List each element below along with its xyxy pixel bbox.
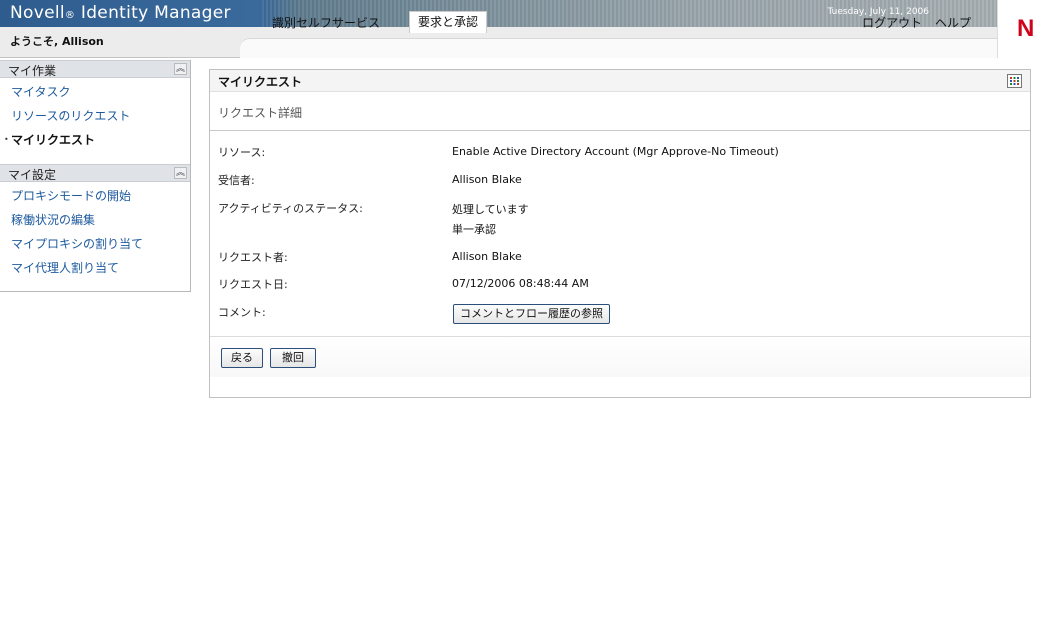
tab-identity-self-service[interactable]: 識別セルフサービス bbox=[272, 14, 380, 31]
request-date-value: 07/12/2006 08:48:44 AM bbox=[452, 277, 589, 290]
panel-subtitle: リクエスト詳細 bbox=[218, 106, 303, 120]
resource-value: Enable Active Directory Account (Mgr App… bbox=[452, 145, 779, 158]
welcome-message: ようこそ, Allison bbox=[10, 35, 104, 48]
app-header: Novell® Identity Manager Tuesday, July 1… bbox=[0, 0, 1053, 60]
sidebar-item-my-requests[interactable]: マイリクエスト bbox=[11, 131, 95, 148]
approval-type-value: 単一承認 bbox=[452, 223, 496, 236]
panel-header: マイリクエスト bbox=[210, 70, 1030, 92]
back-button[interactable]: 戻る bbox=[221, 348, 263, 368]
resource-label: リソース: bbox=[218, 146, 266, 159]
sidebar-section-title: マイ作業 bbox=[8, 64, 57, 78]
app-title-product: Identity Manager bbox=[75, 3, 231, 23]
requester-value: Allison Blake bbox=[452, 250, 522, 263]
sidebar-item-edit-availability[interactable]: 稼働状況の編集 bbox=[11, 211, 95, 228]
activity-status-label: アクティビティのステータス: bbox=[218, 202, 363, 215]
sidebar-section-title: マイ設定 bbox=[8, 168, 57, 182]
double-chevron-up-icon[interactable]: ︽ bbox=[174, 63, 187, 75]
page-title: マイリクエスト bbox=[218, 75, 303, 89]
sidebar-item-delegate-assignments[interactable]: マイ代理人割り当て bbox=[11, 259, 119, 276]
activity-status-value: 処理しています bbox=[452, 203, 529, 216]
tab-requests-approvals[interactable]: 要求と承認 bbox=[409, 11, 488, 33]
tab-strip bbox=[240, 38, 997, 58]
comment-label: コメント: bbox=[218, 306, 266, 319]
logout-link[interactable]: ログアウト bbox=[862, 14, 922, 31]
grid-view-icon[interactable] bbox=[1007, 74, 1022, 88]
title-banner: Novell® Identity Manager Tuesday, July 1… bbox=[0, 0, 997, 27]
view-comments-history-button[interactable]: コメントとフロー履歴の参照 bbox=[453, 304, 610, 324]
recipient-value: Allison Blake bbox=[452, 173, 522, 186]
divider bbox=[210, 130, 1030, 131]
sidebar-section-my-settings: マイ設定 ︽ bbox=[0, 164, 190, 182]
request-detail-panel: マイリクエスト リクエスト詳細 リソース: Enable Active Dire… bbox=[209, 69, 1031, 398]
request-date-label: リクエスト日: bbox=[218, 278, 288, 291]
app-title-brand: Novell bbox=[10, 3, 65, 23]
requester-label: リクエスト者: bbox=[218, 251, 288, 264]
help-link[interactable]: ヘルプ bbox=[935, 14, 971, 31]
sidebar-item-proxy-assignments[interactable]: マイプロキシの割り当て bbox=[11, 235, 143, 252]
novell-logo-icon: N bbox=[1017, 15, 1035, 42]
header-toolbar: ようこそ, Allison bbox=[0, 27, 997, 58]
sidebar-item-my-tasks[interactable]: マイタスク bbox=[11, 83, 71, 100]
withdraw-button[interactable]: 撤回 bbox=[270, 348, 316, 368]
sidebar-section-my-work: マイ作業 ︽ bbox=[0, 60, 190, 78]
double-chevron-up-icon[interactable]: ︽ bbox=[174, 167, 187, 179]
registered-mark: ® bbox=[64, 10, 76, 21]
sidebar: マイ作業 ︽ マイタスク リソースのリクエスト • マイリクエスト マイ設定 ︽… bbox=[0, 60, 191, 292]
novell-logo-box: N bbox=[997, 0, 1053, 58]
sidebar-item-start-proxy-mode[interactable]: プロキシモードの開始 bbox=[11, 187, 131, 204]
app-title: Novell® Identity Manager bbox=[10, 3, 231, 23]
current-item-bullet-icon: • bbox=[4, 135, 9, 144]
sidebar-item-resource-request[interactable]: リソースのリクエスト bbox=[11, 107, 130, 124]
recipient-label: 受信者: bbox=[218, 174, 255, 187]
panel-footer bbox=[210, 337, 1030, 377]
